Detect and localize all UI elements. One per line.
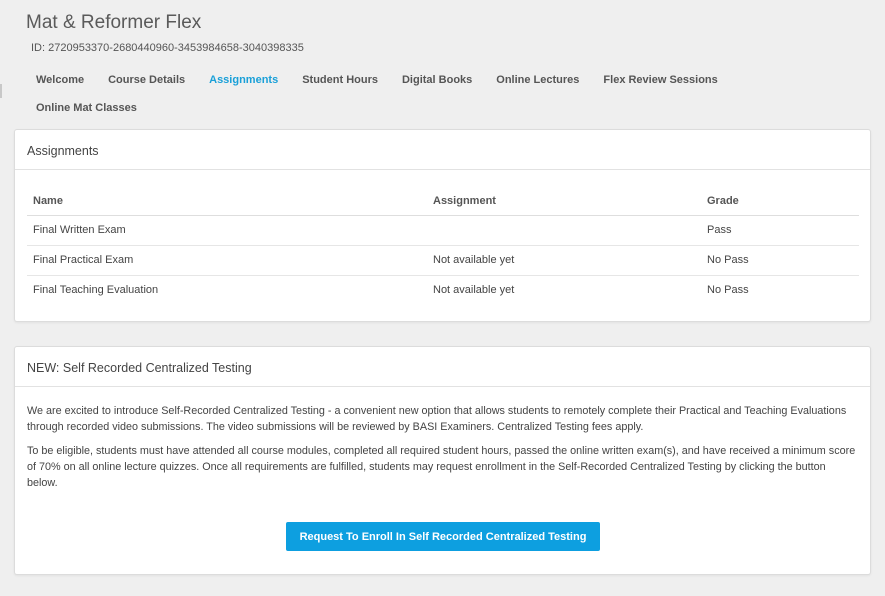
tab-online-mat-classes[interactable]: Online Mat Classes	[24, 94, 149, 122]
assignment-name: Final Teaching Evaluation	[33, 284, 159, 297]
centralized-testing-panel: NEW: Self Recorded Centralized Testing W…	[14, 346, 871, 575]
tab-welcome[interactable]: Welcome	[24, 66, 96, 94]
column-header-assignment: Assignment	[427, 187, 701, 216]
assignment-status: Not available yet	[433, 284, 515, 297]
assignment-name: Final Written Exam	[27, 215, 427, 246]
table-row: Final Teaching Evaluation Not available …	[27, 275, 859, 305]
table-header-row: Name Assignment Grade	[27, 187, 859, 216]
tab-assignments[interactable]: Assignments	[197, 66, 290, 94]
assignment-grade: No Pass	[701, 245, 859, 276]
centralized-testing-title: NEW: Self Recorded Centralized Testing	[15, 347, 870, 387]
centralized-testing-body: We are excited to introduce Self-Recorde…	[15, 387, 870, 491]
tab-student-hours[interactable]: Student Hours	[290, 66, 390, 94]
tab-course-details[interactable]: Course Details	[96, 66, 197, 94]
assignment-status: Not available yet	[427, 245, 701, 276]
course-tabs: Welcome Course Details Assignments Stude…	[24, 66, 784, 122]
eligibility-paragraph: To be eligible, students must have atten…	[27, 445, 856, 489]
intro-paragraph: We are excited to introduce Self-Recorde…	[27, 405, 847, 433]
tab-online-lectures[interactable]: Online Lectures	[484, 66, 591, 94]
left-edge-marker	[0, 84, 2, 98]
assignments-panel-title: Assignments	[15, 130, 870, 170]
table-row: Final Written Exam Pass	[27, 215, 859, 246]
column-header-name: Name	[27, 187, 427, 216]
assignment-grade: Pass	[701, 215, 859, 246]
assignments-table: Name Assignment Grade Final Written Exam…	[27, 187, 859, 305]
assignment-name: Final Practical Exam	[27, 245, 427, 276]
course-id: ID: 2720953370-2680440960-3453984658-304…	[31, 42, 304, 54]
assignments-panel: Assignments Name Assignment Grade Final …	[14, 129, 871, 322]
tab-digital-books[interactable]: Digital Books	[390, 66, 484, 94]
request-enroll-button[interactable]: Request To Enroll In Self Recorded Centr…	[286, 522, 600, 551]
assignment-grade: No Pass	[707, 284, 749, 297]
tab-flex-review-sessions[interactable]: Flex Review Sessions	[591, 66, 729, 94]
column-header-grade: Grade	[701, 187, 859, 216]
course-title: Mat & Reformer Flex	[26, 12, 202, 33]
assignment-status	[427, 215, 701, 246]
table-row: Final Practical Exam Not available yet N…	[27, 245, 859, 276]
